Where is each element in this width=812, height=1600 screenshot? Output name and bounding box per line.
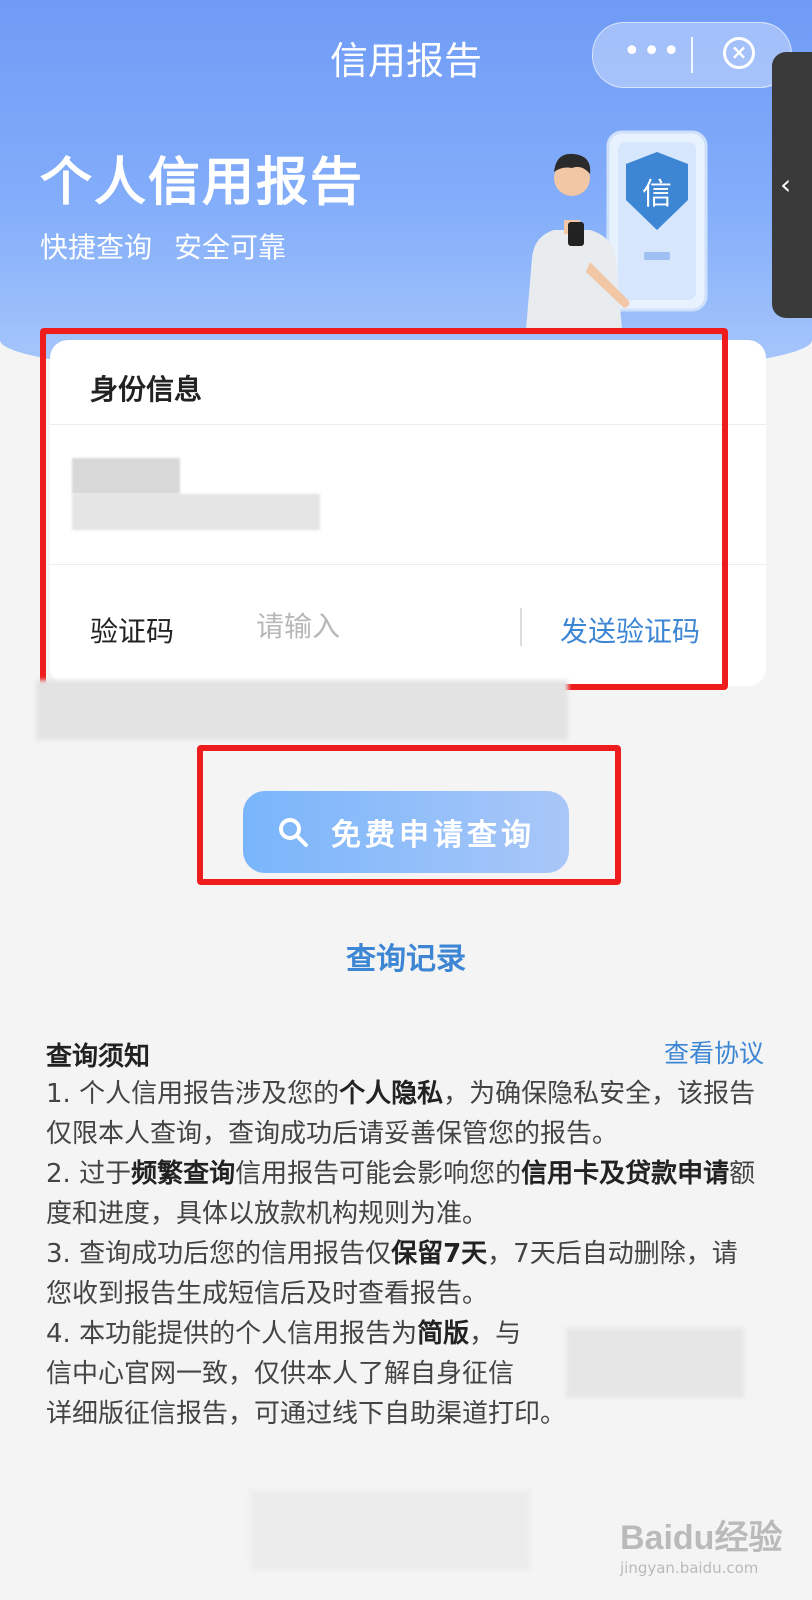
query-records-link[interactable]: 查询记录 (0, 934, 812, 978)
hero-banner: 信用报告 ••• × 个人信用报告 快捷查询 安全可靠 信 (0, 0, 812, 380)
notice-item: 1. 个人信用报告涉及您的个人隐私，为确保隐私安全，该报告仅限本人查询，查询成功… (46, 1079, 756, 1149)
hero-tagline: 快捷查询 安全可靠 (40, 226, 286, 266)
query-button-label: 免费申请查询 (331, 818, 535, 853)
hero-title: 个人信用报告 (40, 153, 365, 213)
more-icon[interactable]: ••• (623, 37, 682, 67)
masked-consent-line (36, 680, 568, 740)
side-drawer-handle[interactable]: ‹ (772, 52, 812, 318)
notice-item: 2. 过于频繁查询信用报告可能会影响您的信用卡及贷款申请额度和进度，具体以放款机… (46, 1159, 756, 1229)
search-icon (279, 818, 308, 847)
notice-item: 3. 查询成功后您的信用报告仅保留7天，7天后自动删除，请您收到报告生成短信后及… (46, 1239, 738, 1309)
baidu-jingyan-watermark: Baidu经验 jingyan.baidu.com (620, 1519, 783, 1577)
notice-title: 查询须知 (46, 1042, 151, 1072)
chevron-left-icon: ‹ (780, 168, 792, 201)
miniapp-capsule[interactable]: ••• × (592, 22, 792, 88)
hero-tag-safe: 安全可靠 (174, 231, 287, 264)
capsule-divider (691, 37, 693, 73)
view-agreement-link[interactable]: 查看协议 (664, 1034, 764, 1070)
masked-text-region (566, 1328, 744, 1398)
hero-tag-fast: 快捷查询 (40, 231, 153, 264)
credit-badge-char: 信 (642, 177, 672, 212)
masked-footer-region (250, 1490, 530, 1570)
free-apply-query-button[interactable]: 免费申请查询 (243, 791, 569, 873)
annotation-box-card (40, 328, 728, 690)
person-phone-illustration: 信 (526, 130, 708, 330)
close-icon[interactable]: × (723, 37, 755, 69)
